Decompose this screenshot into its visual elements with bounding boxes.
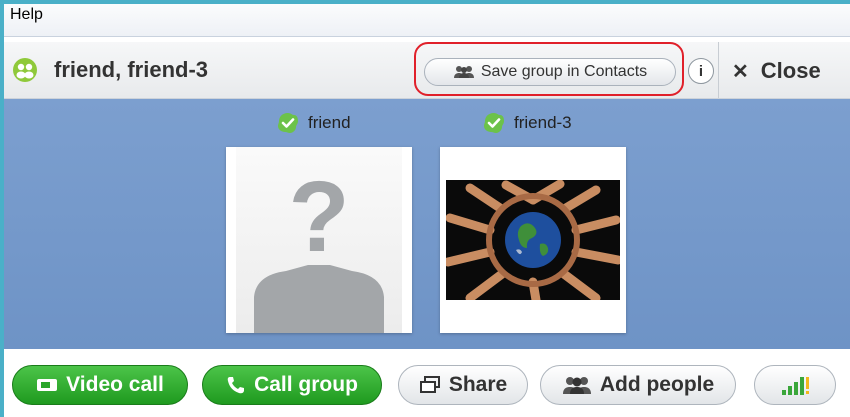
participant-label: friend bbox=[308, 113, 351, 132]
avatar-photo-hands-globe bbox=[446, 180, 620, 300]
call-group-button[interactable]: Call group bbox=[202, 365, 382, 405]
online-status-icon bbox=[484, 113, 504, 133]
add-people-icon bbox=[562, 377, 591, 394]
share-button[interactable]: Share bbox=[398, 365, 528, 405]
save-group-button[interactable]: Save group in Contacts bbox=[424, 58, 676, 86]
call-quality-button[interactable] bbox=[754, 365, 836, 405]
share-label: Share bbox=[448, 373, 508, 396]
share-screen-icon bbox=[419, 376, 440, 393]
close-button[interactable]: ✕ Close bbox=[732, 56, 821, 86]
close-label: Close bbox=[760, 58, 821, 83]
video-call-label: Video call bbox=[66, 373, 164, 396]
add-people-label: Add people bbox=[599, 373, 715, 396]
svg-text:?: ? bbox=[288, 161, 349, 273]
video-call-button[interactable]: Video call bbox=[12, 365, 188, 405]
participant-label: friend-3 bbox=[514, 113, 572, 132]
info-icon: i bbox=[698, 62, 704, 80]
header-divider bbox=[718, 42, 719, 98]
call-group-label: Call group bbox=[254, 373, 358, 396]
close-icon: ✕ bbox=[732, 60, 749, 83]
group-icon bbox=[13, 58, 37, 82]
contacts-icon bbox=[453, 66, 474, 78]
save-group-label: Save group in Contacts bbox=[480, 63, 648, 80]
participant-area: friend friend-3 ? bbox=[4, 99, 850, 349]
menu-bar: Help bbox=[4, 4, 850, 37]
add-people-button[interactable]: Add people bbox=[540, 365, 736, 405]
conversation-title: friend, friend-3 bbox=[54, 57, 209, 82]
conversation-header: friend, friend-3 Save group in Contacts … bbox=[4, 42, 850, 99]
participant-tile-friend[interactable]: ? bbox=[226, 147, 412, 333]
info-button[interactable]: i bbox=[688, 58, 714, 84]
video-icon bbox=[37, 379, 58, 391]
online-status-icon bbox=[278, 113, 298, 133]
phone-icon bbox=[227, 377, 245, 394]
question-mark-avatar-icon: ? bbox=[254, 161, 384, 333]
call-toolbar: Video call Call group Share Add people bbox=[4, 353, 850, 417]
menu-help[interactable]: Help bbox=[10, 6, 43, 24]
unknown-avatar: ? bbox=[236, 147, 402, 333]
participant-tile-friend-3[interactable] bbox=[440, 147, 626, 333]
signal-strength-icon bbox=[782, 377, 809, 395]
participant-name-friend: friend bbox=[276, 111, 351, 135]
participant-name-friend-3: friend-3 bbox=[482, 111, 572, 135]
